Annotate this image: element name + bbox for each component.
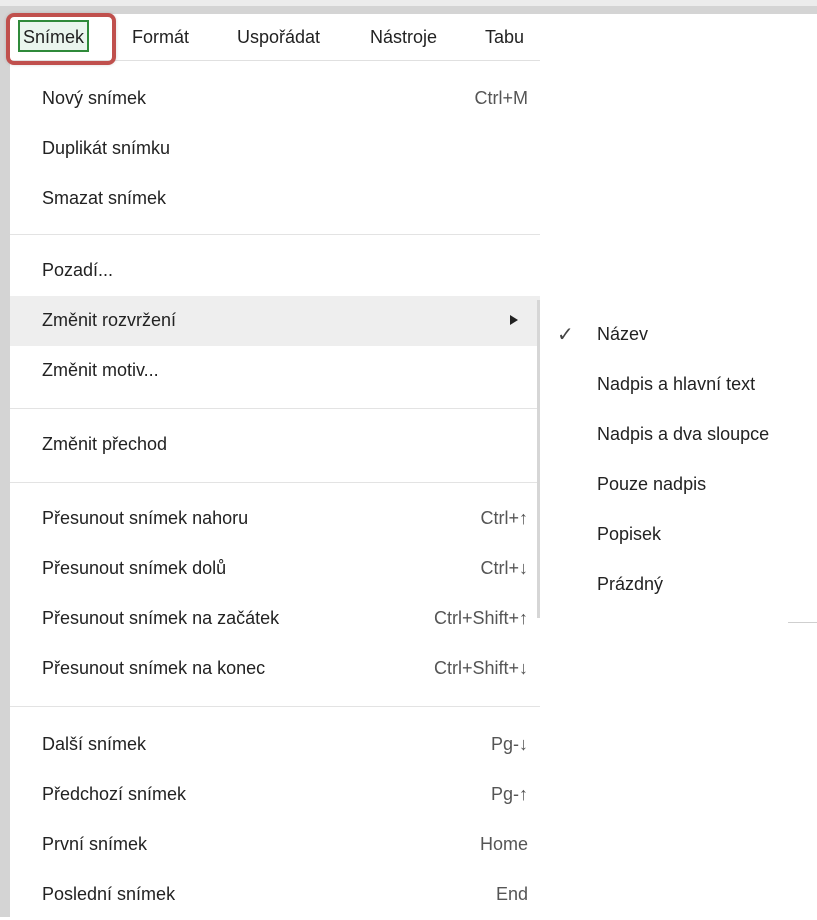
menu-item-label: Přesunout snímek dolů (42, 558, 227, 578)
menu-item-label: Přesunout snímek na konec (42, 658, 266, 678)
submenu-item-label: Prázdný (597, 574, 664, 594)
menubar-item-tabulka[interactable]: Tabu (485, 14, 524, 60)
menu-item-label: Poslední snímek (42, 884, 176, 904)
menu-item-label: Přesunout snímek nahoru (42, 508, 249, 528)
dropdown-scrollbar[interactable] (537, 300, 540, 618)
menu-item-label: Pozadí... (42, 260, 114, 280)
menu-item-label: První snímek (42, 834, 148, 854)
submenu-item-title[interactable]: ✓ Název (545, 310, 817, 360)
menu-item-duplicate-slide[interactable]: Duplikát snímku (10, 124, 540, 174)
menu-item-previous-slide[interactable]: Předchozí snímek Pg-↑ (10, 770, 540, 820)
menu-item-label: Předchozí snímek (42, 784, 187, 804)
checkmark-icon: ✓ (557, 324, 574, 346)
menu-separator (10, 234, 540, 235)
menu-item-label: Přesunout snímek na začátek (42, 608, 280, 628)
menu-item-move-slide-to-end[interactable]: Přesunout snímek na konec Ctrl+Shift+↓ (10, 644, 540, 694)
menu-item-shortcut: Home (479, 834, 528, 854)
menu-item-shortcut: Ctrl+Shift+↓ (433, 658, 528, 678)
menubar-item-format[interactable]: Formát (132, 14, 189, 60)
submenu-item-title-and-body[interactable]: Nadpis a hlavní text (545, 360, 817, 410)
submenu-arrow-icon (510, 315, 518, 325)
submenu-item-caption[interactable]: Popisek (545, 510, 817, 560)
submenu-item-label: Nadpis a dva sloupce (597, 424, 770, 444)
submenu-item-label: Nadpis a hlavní text (597, 374, 756, 394)
menu-item-label: Změnit přechod (42, 434, 168, 454)
menu-item-shortcut: Ctrl+M (474, 88, 529, 108)
submenu-item-label: Pouze nadpis (597, 474, 707, 494)
menu-item-label: Další snímek (42, 734, 147, 754)
menu-item-move-slide-down[interactable]: Přesunout snímek dolů Ctrl+↓ (10, 544, 540, 594)
layout-submenu: ✓ Název Nadpis a hlavní text Nadpis a dv… (545, 310, 817, 630)
menu-separator (10, 408, 540, 409)
menu-item-shortcut: End (495, 884, 528, 904)
menu-item-move-slide-to-start[interactable]: Přesunout snímek na začátek Ctrl+Shift+↑ (10, 594, 540, 644)
menu-item-shortcut: Ctrl+↓ (480, 558, 528, 578)
menu-item-shortcut: Ctrl+↑ (480, 508, 528, 528)
menu-item-shortcut: Ctrl+Shift+↑ (433, 608, 528, 628)
menubar-item-snimek[interactable]: Snímek (18, 20, 90, 52)
menu-item-label: Duplikát snímku (42, 138, 171, 158)
menubar-item-usporadat[interactable]: Uspořádat (237, 14, 320, 60)
submenu-item-title-and-two-columns[interactable]: Nadpis a dva sloupce (545, 410, 817, 460)
menu-item-shortcut: Pg-↑ (490, 784, 528, 804)
menu-item-first-slide[interactable]: První snímek Home (10, 820, 540, 870)
menu-bar: Snímek Formát Uspořádat Nástroje Tabu (10, 14, 540, 61)
submenu-item-label: Název (597, 324, 649, 344)
menu-item-shortcut: Pg-↓ (490, 734, 528, 754)
menu-item-delete-slide[interactable]: Smazat snímek (10, 174, 540, 224)
menu-item-last-slide[interactable]: Poslední snímek End (10, 870, 540, 920)
submenu-item-label: Popisek (597, 524, 662, 544)
menu-item-change-transition[interactable]: Změnit přechod (10, 420, 540, 470)
menubar-item-nastroje[interactable]: Nástroje (370, 14, 437, 60)
slide-menu-dropdown: Nový snímek Ctrl+M Duplikát snímku Smaza… (10, 72, 540, 917)
menu-item-next-slide[interactable]: Další snímek Pg-↓ (10, 720, 540, 770)
menu-item-label: Smazat snímek (42, 188, 167, 208)
menu-item-label: Změnit rozvržení (42, 310, 177, 330)
menu-separator (10, 706, 540, 707)
menu-item-background[interactable]: Pozadí... (10, 246, 540, 296)
menu-item-label: Změnit motiv... (42, 360, 159, 380)
submenu-item-title-only[interactable]: Pouze nadpis (545, 460, 817, 510)
menu-item-change-layout[interactable]: Změnit rozvržení (10, 296, 540, 346)
submenu-divider (788, 622, 817, 623)
menu-item-label: Nový snímek (42, 88, 147, 108)
menu-item-change-theme[interactable]: Změnit motiv... (10, 346, 540, 396)
menu-item-move-slide-up[interactable]: Přesunout snímek nahoru Ctrl+↑ (10, 494, 540, 544)
submenu-item-blank[interactable]: Prázdný (545, 560, 817, 610)
menu-separator (10, 482, 540, 483)
menu-item-new-slide[interactable]: Nový snímek Ctrl+M (10, 74, 540, 124)
